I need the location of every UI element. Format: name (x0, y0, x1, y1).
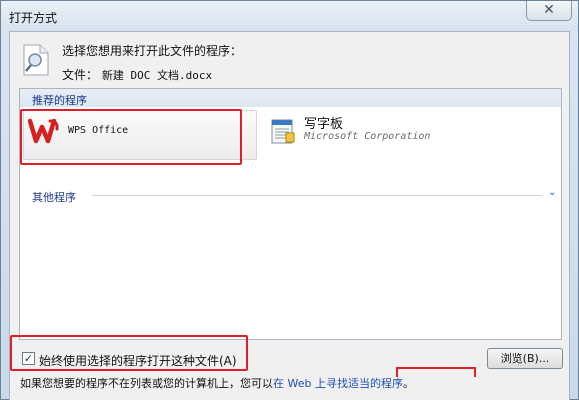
prompt-text: 选择您想用来打开此文件的程序： (62, 44, 243, 58)
title-bar[interactable]: 打开方式 ✕ (1, 1, 578, 31)
group-divider (92, 195, 542, 196)
program-name: 写字板 (304, 117, 344, 132)
other-programs-label[interactable]: 其他程序 (32, 189, 76, 205)
file-line: 文件： 新建 DOC 文档.docx (62, 66, 212, 83)
chevron-down-icon[interactable]: ⌄ (548, 187, 556, 198)
wordpad-icon (271, 119, 295, 144)
annotation-box-checkbox (10, 335, 248, 371)
open-with-dialog: 打开方式 ✕ 选择您想用来打开此文件的程序： 文件： 新建 DOC 文档.doc… (0, 0, 579, 400)
hint-suffix: 。 (402, 377, 414, 390)
recommended-label: 推荐的程序 (32, 94, 87, 107)
annotation-box-program (20, 109, 242, 165)
recommended-group-header: 推荐的程序 (20, 89, 561, 107)
window-title: 打开方式 (9, 11, 58, 25)
hint-prefix: 如果您想要的程序不在列表或您的计算机上，您可以 (20, 377, 273, 390)
file-search-icon (23, 44, 49, 76)
annotation-box-ok (396, 367, 476, 377)
close-button[interactable]: ✕ (526, 1, 572, 21)
web-search-hint: 如果您想要的程序不在列表或您的计算机上，您可以在 Web 上寻找适当的程序。 (20, 375, 414, 391)
file-label: 文件： (62, 68, 99, 82)
program-item-wordpad[interactable]: 写字板 Microsoft Corporation (266, 113, 526, 163)
program-company: Microsoft Corporation (304, 131, 431, 142)
browse-button[interactable]: 浏览(B)... (487, 348, 563, 369)
web-search-link[interactable]: 在 Web 上寻找适当的程序 (273, 377, 403, 390)
close-icon: ✕ (543, 2, 555, 18)
file-name: 新建 DOC 文档.docx (101, 69, 213, 82)
